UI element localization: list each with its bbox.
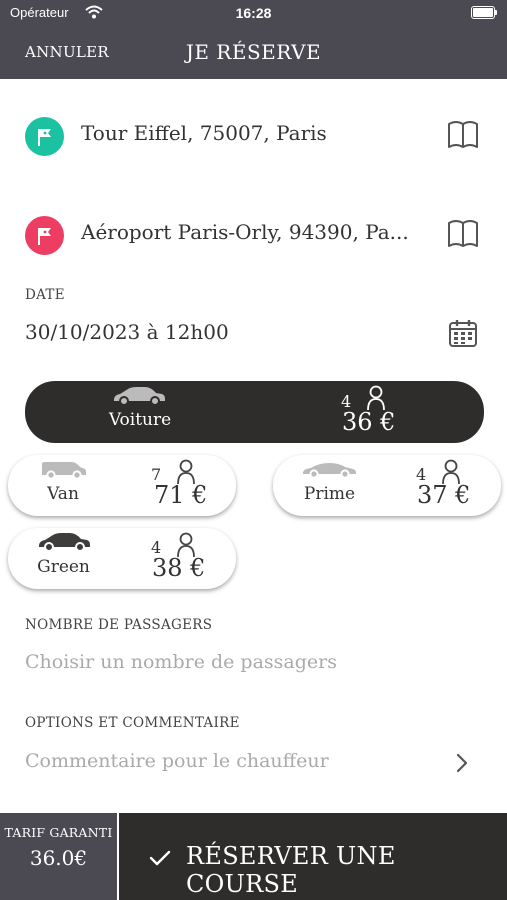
pickup-address: Tour Eiffel, 75007, Paris: [81, 121, 327, 145]
vehicle-price: 36 €: [342, 408, 396, 436]
status-time: 16:28: [235, 5, 272, 21]
map-icon[interactable]: [447, 219, 479, 249]
comment-field[interactable]: Commentaire pour le chauffeur: [25, 750, 329, 772]
reserve-button-label: RÉSERVER UNE COURSE: [186, 842, 396, 898]
vehicle-name: Voiture: [108, 410, 172, 430]
vehicle-price: 38 €: [152, 554, 206, 582]
map-icon[interactable]: [447, 120, 479, 150]
vehicle-name: Green: [37, 557, 90, 577]
dropoff-address: Aéroport Paris-Orly, 94390, Pa...: [81, 220, 409, 244]
van-icon: [42, 462, 86, 480]
check-icon: [149, 850, 171, 866]
vehicle-option-van[interactable]: Van 7 71 €: [8, 455, 236, 516]
guaranteed-fare-label: TARIF GARANTI: [4, 825, 113, 840]
vehicle-option-prime[interactable]: Prime 4 37 €: [273, 455, 501, 516]
date-label: DATE: [25, 287, 65, 303]
guaranteed-fare-box: TARIF GARANTI 36.0€: [0, 813, 117, 900]
pickup-flag-icon: [25, 117, 64, 156]
vehicle-price: 71 €: [154, 481, 208, 509]
sports-car-icon: [303, 463, 356, 479]
calendar-icon[interactable]: [447, 317, 479, 349]
options-label: OPTIONS ET COMMENTAIRE: [25, 715, 240, 731]
passengers-selector[interactable]: Choisir un nombre de passagers: [25, 651, 337, 673]
passengers-label: NOMBRE DE PASSAGERS: [25, 617, 213, 633]
status-bar: Opérateur 16:28: [0, 0, 507, 28]
vehicle-name: Prime: [303, 484, 356, 504]
guaranteed-fare-value: 36.0€: [29, 846, 88, 870]
reserve-button[interactable]: RÉSERVER UNE COURSE: [119, 813, 507, 900]
pickup-address-row[interactable]: Tour Eiffel, 75007, Paris: [0, 107, 507, 167]
date-value[interactable]: 30/10/2023 à 12h00: [25, 320, 229, 344]
cancel-button[interactable]: ANNULER: [25, 43, 109, 61]
bottom-bar: TARIF GARANTI 36.0€ RÉSERVER UNE COURSE: [0, 813, 507, 900]
dropoff-flag-icon: [25, 216, 64, 255]
car-icon: [114, 387, 165, 406]
car-icon: [39, 533, 90, 552]
vehicle-name: Van: [47, 484, 79, 504]
top-bar: Opérateur 16:28 ANNULER JE RÉSERVE: [0, 0, 507, 79]
vehicle-price: 37 €: [417, 481, 471, 509]
dropoff-address-row[interactable]: Aéroport Paris-Orly, 94390, Pa...: [0, 206, 507, 266]
battery-icon: [471, 6, 497, 19]
chevron-right-icon[interactable]: [455, 752, 469, 774]
vehicle-option-green[interactable]: Green 4 38 €: [8, 528, 236, 589]
vehicle-option-voiture[interactable]: Voiture 4 36 €: [25, 381, 484, 443]
